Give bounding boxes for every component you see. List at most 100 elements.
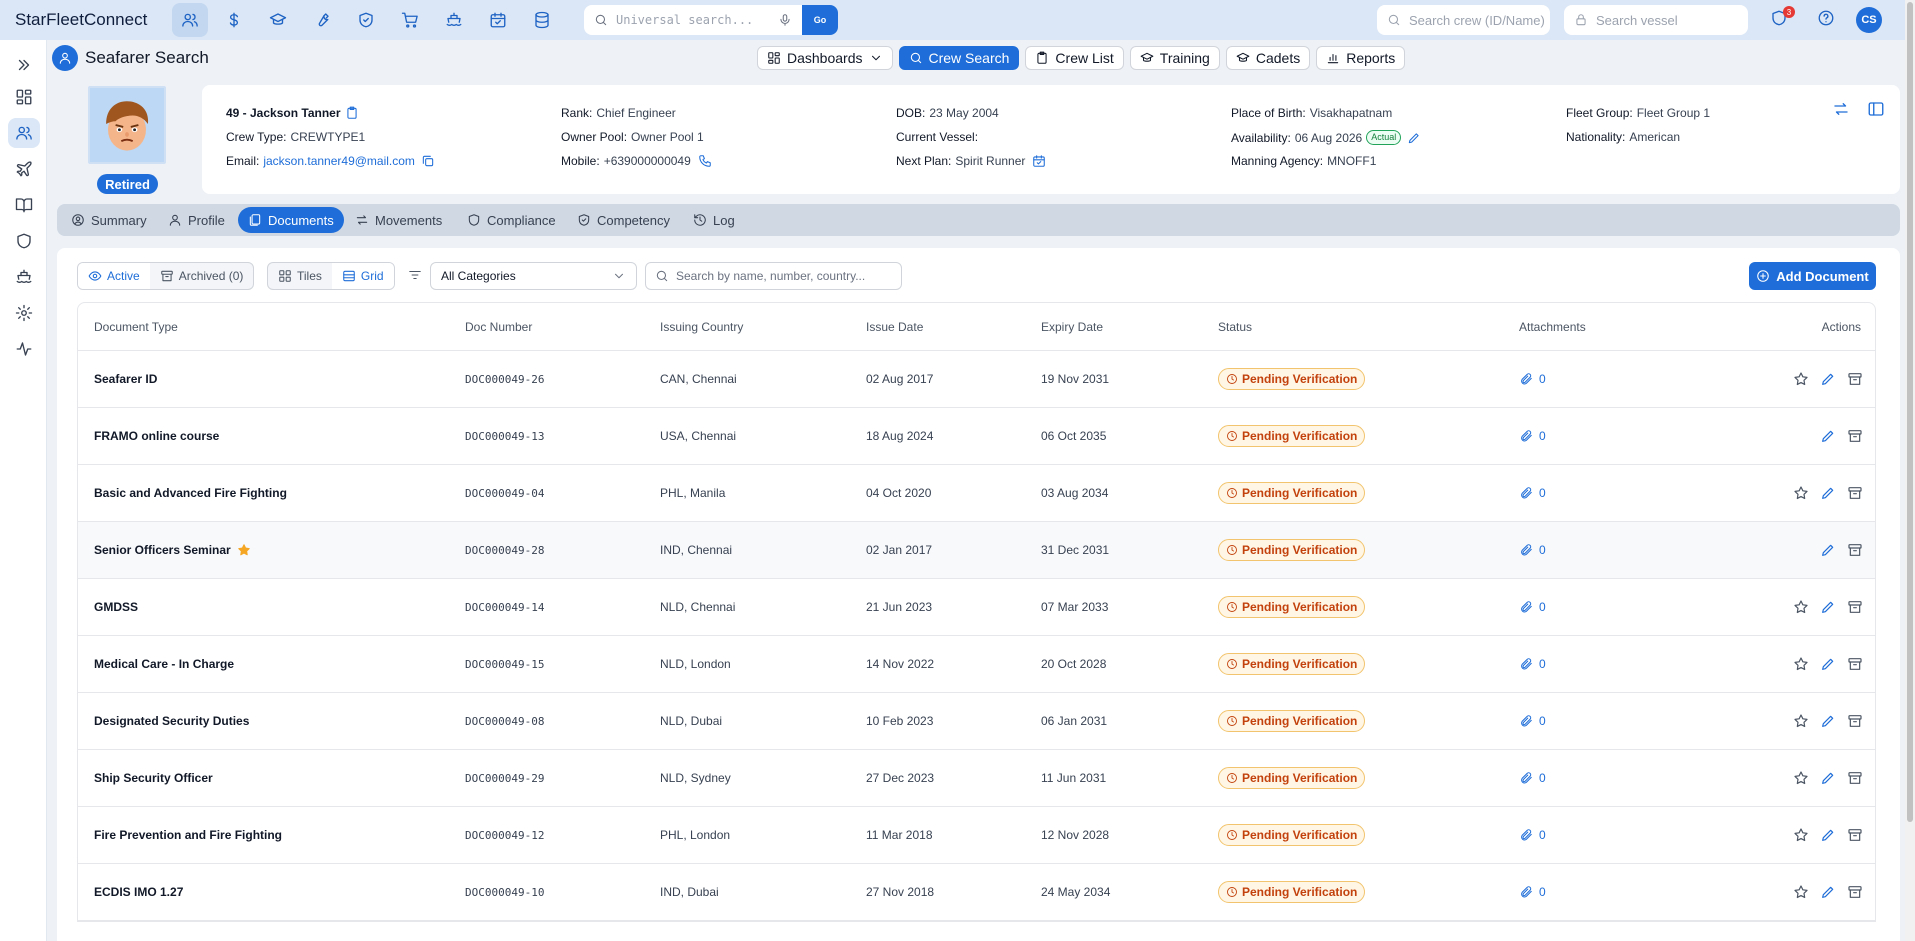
col-attachments[interactable]: Attachments [1519, 320, 1586, 334]
col-issue-date[interactable]: Issue Date [866, 320, 923, 334]
archive-icon[interactable] [1847, 599, 1863, 615]
training-module-icon[interactable] [260, 3, 296, 37]
table-row[interactable]: Senior Officers Seminar DOC000049-28 IND, … [78, 522, 1875, 579]
attachments-cell[interactable]: 0 [1519, 885, 1546, 899]
archive-icon[interactable] [1847, 371, 1863, 387]
star-icon[interactable] [1793, 485, 1809, 501]
cart-module-icon[interactable] [392, 3, 428, 37]
active-filter-button[interactable]: Active [78, 263, 150, 289]
attachments-cell[interactable]: 0 [1519, 429, 1546, 443]
edit-icon[interactable] [1820, 542, 1836, 558]
edit-icon[interactable] [1820, 656, 1836, 672]
category-select[interactable]: All Categories [430, 262, 637, 290]
plane-icon[interactable] [8, 154, 40, 184]
crew-search-input[interactable]: Search crew (ID/Name) [1377, 5, 1550, 35]
col-expiry-date[interactable]: Expiry Date [1041, 320, 1103, 334]
panel-toggle-icon[interactable] [1867, 100, 1885, 118]
go-button[interactable]: Go [802, 5, 838, 35]
attachments-cell[interactable]: 0 [1519, 657, 1546, 671]
archive-icon[interactable] [1847, 656, 1863, 672]
edit-icon[interactable] [1820, 485, 1836, 501]
calendar-icon[interactable] [1032, 154, 1046, 168]
archive-icon[interactable] [1847, 884, 1863, 900]
email-link[interactable]: jackson.tanner49@mail.com [263, 154, 415, 168]
dashboards-button[interactable]: Dashboards [757, 46, 893, 70]
scrollbar-thumb[interactable] [1907, 2, 1913, 822]
attachments-cell[interactable]: 0 [1519, 828, 1546, 842]
star-icon[interactable] [1793, 884, 1809, 900]
crew-module-icon[interactable] [172, 3, 208, 37]
universal-search-input[interactable]: Universal search... [616, 13, 778, 27]
table-row[interactable]: Basic and Advanced Fire Fighting DOC00004… [78, 465, 1875, 522]
edit-icon[interactable] [1820, 770, 1836, 786]
vessel-search-input[interactable]: Search vessel [1564, 5, 1748, 35]
archive-icon[interactable] [1847, 428, 1863, 444]
archive-icon[interactable] [1847, 713, 1863, 729]
crew-list-button[interactable]: Crew List [1025, 46, 1124, 70]
copy-email-icon[interactable] [421, 154, 435, 168]
user-avatar[interactable]: CS [1856, 7, 1882, 33]
page-scrollbar[interactable] [1905, 0, 1915, 941]
table-row[interactable]: Seafarer ID DOC000049-26 CAN, Chennai 02 Au… [78, 351, 1875, 408]
archive-icon[interactable] [1847, 827, 1863, 843]
star-icon[interactable] [1793, 713, 1809, 729]
tab-compliance[interactable]: Compliance [457, 207, 566, 233]
table-row[interactable]: FRAMO online course DOC000049-13 USA, Chen… [78, 408, 1875, 465]
col-status[interactable]: Status [1218, 320, 1252, 334]
tab-movements[interactable]: Movements [345, 207, 452, 233]
cadets-button[interactable]: Cadets [1225, 46, 1311, 70]
crew-search-button[interactable]: Crew Search [898, 46, 1020, 70]
database-module-icon[interactable] [524, 3, 560, 37]
tab-profile[interactable]: Profile [158, 207, 235, 233]
table-row[interactable]: Fire Prevention and Fire Fighting DOC0000… [78, 807, 1875, 864]
tab-summary[interactable]: Summary [61, 207, 157, 233]
star-icon[interactable] [1793, 656, 1809, 672]
document-search-input[interactable]: Search by name, number, country... [645, 262, 902, 290]
tab-log[interactable]: Log [683, 207, 745, 233]
book-icon[interactable] [8, 190, 40, 220]
edit-icon[interactable] [1820, 371, 1836, 387]
edit-icon[interactable] [1820, 713, 1836, 729]
ship-icon[interactable] [8, 262, 40, 292]
star-icon[interactable] [1793, 599, 1809, 615]
shield-icon[interactable] [8, 226, 40, 256]
table-row[interactable]: Medical Care - In Charge DOC000049-15 NLD,… [78, 636, 1875, 693]
attachments-cell[interactable]: 0 [1519, 486, 1546, 500]
crew-icon[interactable] [8, 118, 40, 148]
table-row[interactable]: Designated Security Duties DOC000049-08 NL… [78, 693, 1875, 750]
phone-icon[interactable] [698, 154, 712, 168]
expand-sidebar-icon[interactable] [8, 50, 40, 80]
archive-icon[interactable] [1847, 485, 1863, 501]
attachments-cell[interactable]: 0 [1519, 372, 1546, 386]
star-icon[interactable] [1793, 770, 1809, 786]
add-document-button[interactable]: Add Document [1749, 262, 1876, 290]
table-row[interactable]: ECDIS IMO 1.27 DOC000049-10 IND, Dubai 27 N… [78, 864, 1875, 921]
help-icon[interactable] [1817, 9, 1835, 27]
finance-module-icon[interactable] [216, 3, 252, 37]
vessel-module-icon[interactable] [436, 3, 472, 37]
edit-icon[interactable] [1820, 884, 1836, 900]
attachments-cell[interactable]: 0 [1519, 714, 1546, 728]
archive-icon[interactable] [1847, 542, 1863, 558]
col-document-type[interactable]: Document Type [94, 320, 178, 334]
table-row[interactable]: GMDSS DOC000049-14 NLD, Chennai 21 Jun 2023… [78, 579, 1875, 636]
archived-filter-button[interactable]: Archived (0) [150, 263, 254, 289]
attachments-cell[interactable]: 0 [1519, 600, 1546, 614]
dashboard-icon[interactable] [8, 82, 40, 112]
tab-documents[interactable]: Documents [238, 207, 344, 233]
star-icon[interactable] [1793, 827, 1809, 843]
attachments-cell[interactable]: 0 [1519, 771, 1546, 785]
archive-icon[interactable] [1847, 770, 1863, 786]
app-logo[interactable]: StarFleetConnect [15, 10, 147, 30]
star-icon[interactable] [1793, 371, 1809, 387]
settings-icon[interactable] [8, 298, 40, 328]
col-issuing-country[interactable]: Issuing Country [660, 320, 743, 334]
universal-search[interactable]: Universal search... Go [584, 5, 838, 35]
microphone-icon[interactable] [778, 13, 792, 27]
edit-icon[interactable] [1820, 827, 1836, 843]
tiles-view-button[interactable]: Tiles [268, 263, 332, 289]
tab-competency[interactable]: Competency [567, 207, 680, 233]
edit-availability-icon[interactable] [1407, 131, 1421, 145]
calendar-module-icon[interactable] [480, 3, 516, 37]
grid-view-button[interactable]: Grid [331, 263, 394, 289]
